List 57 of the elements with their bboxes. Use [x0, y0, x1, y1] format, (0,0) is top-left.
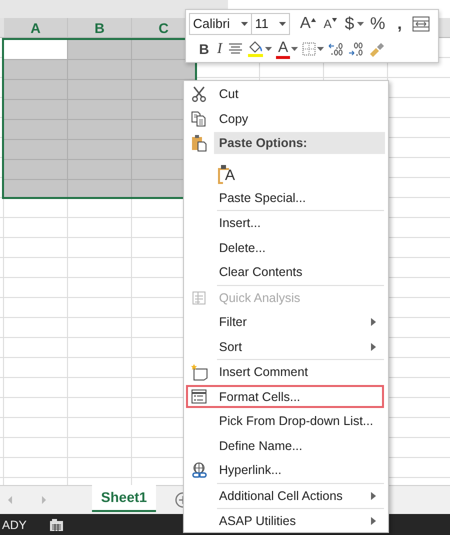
caret-icon[interactable] — [279, 22, 286, 26]
caret-icon[interactable] — [265, 46, 272, 50]
copy-icon — [191, 110, 207, 127]
scissors-icon — [191, 86, 207, 102]
caret-icon[interactable] — [317, 46, 324, 50]
paste-options-header: Paste Options: — [214, 132, 385, 154]
quick-analysis-icon — [191, 290, 207, 306]
comma-style-button[interactable]: , — [391, 12, 408, 34]
font-color-button[interactable]: A — [276, 38, 290, 58]
menu-item[interactable]: Insert... — [186, 212, 384, 235]
menu-item[interactable]: Copy — [186, 107, 384, 130]
macro-record-icon[interactable] — [48, 518, 64, 532]
column-header[interactable]: A — [4, 18, 68, 37]
menu-item[interactable]: Cut — [186, 82, 384, 106]
status-mode: ADY — [2, 518, 27, 532]
decrease-decimal-icon[interactable] — [348, 42, 364, 56]
menu-item[interactable]: Define Name... — [186, 434, 384, 458]
align-center-icon[interactable] — [228, 42, 244, 54]
menu-item[interactable]: Insert Comment — [186, 360, 384, 384]
decrease-font-size-button[interactable]: A — [322, 12, 339, 34]
caret-icon[interactable] — [241, 22, 248, 26]
column-header[interactable]: B — [68, 18, 132, 37]
clipboard-icon — [191, 134, 207, 152]
comment-icon — [190, 363, 208, 382]
fill-color-icon[interactable] — [247, 40, 264, 57]
menu-item[interactable]: Paste Special... — [186, 186, 384, 210]
menu-item[interactable]: Hyperlink... — [186, 458, 384, 482]
menu-item[interactable]: Clear Contents — [186, 260, 384, 284]
caret-icon[interactable] — [357, 22, 364, 26]
sheet-tab[interactable]: Sheet1 — [92, 484, 156, 512]
menu-item[interactable]: Filter — [186, 310, 384, 334]
increase-decimal-icon[interactable] — [328, 42, 344, 56]
menu-item[interactable]: Format Cells... — [186, 385, 384, 408]
increase-font-size-button[interactable]: A — [298, 12, 318, 34]
merge-center-icon[interactable] — [412, 16, 430, 32]
menu-item[interactable]: Sort — [186, 335, 384, 358]
font-size-field[interactable]: 11 — [251, 12, 290, 34]
menu-item[interactable]: Additional Cell Actions — [186, 484, 384, 508]
submenu-arrow-icon — [371, 318, 376, 326]
currency-format-button[interactable]: $ — [342, 12, 356, 34]
format-cells-icon — [191, 389, 207, 404]
caret-icon[interactable] — [291, 46, 298, 50]
submenu-arrow-icon — [371, 517, 376, 526]
submenu-arrow-icon — [371, 342, 376, 351]
globe-link-icon — [190, 462, 208, 479]
up-triangle-icon — [310, 18, 316, 22]
paste-values-button[interactable]: A — [217, 158, 236, 184]
menu-item[interactable]: Delete... — [186, 236, 384, 260]
italic-button[interactable]: I — [215, 38, 224, 60]
borders-icon[interactable] — [302, 42, 316, 56]
font-name-field[interactable]: Calibri — [189, 12, 252, 34]
menu-item[interactable]: Pick From Drop-down List... — [186, 410, 384, 433]
down-triangle-icon — [332, 18, 337, 22]
submenu-arrow-icon — [371, 492, 376, 500]
percent-style-button[interactable]: % — [368, 12, 388, 34]
menu-item[interactable]: ASAP Utilities — [186, 510, 384, 533]
bold-button[interactable]: B — [197, 38, 212, 60]
